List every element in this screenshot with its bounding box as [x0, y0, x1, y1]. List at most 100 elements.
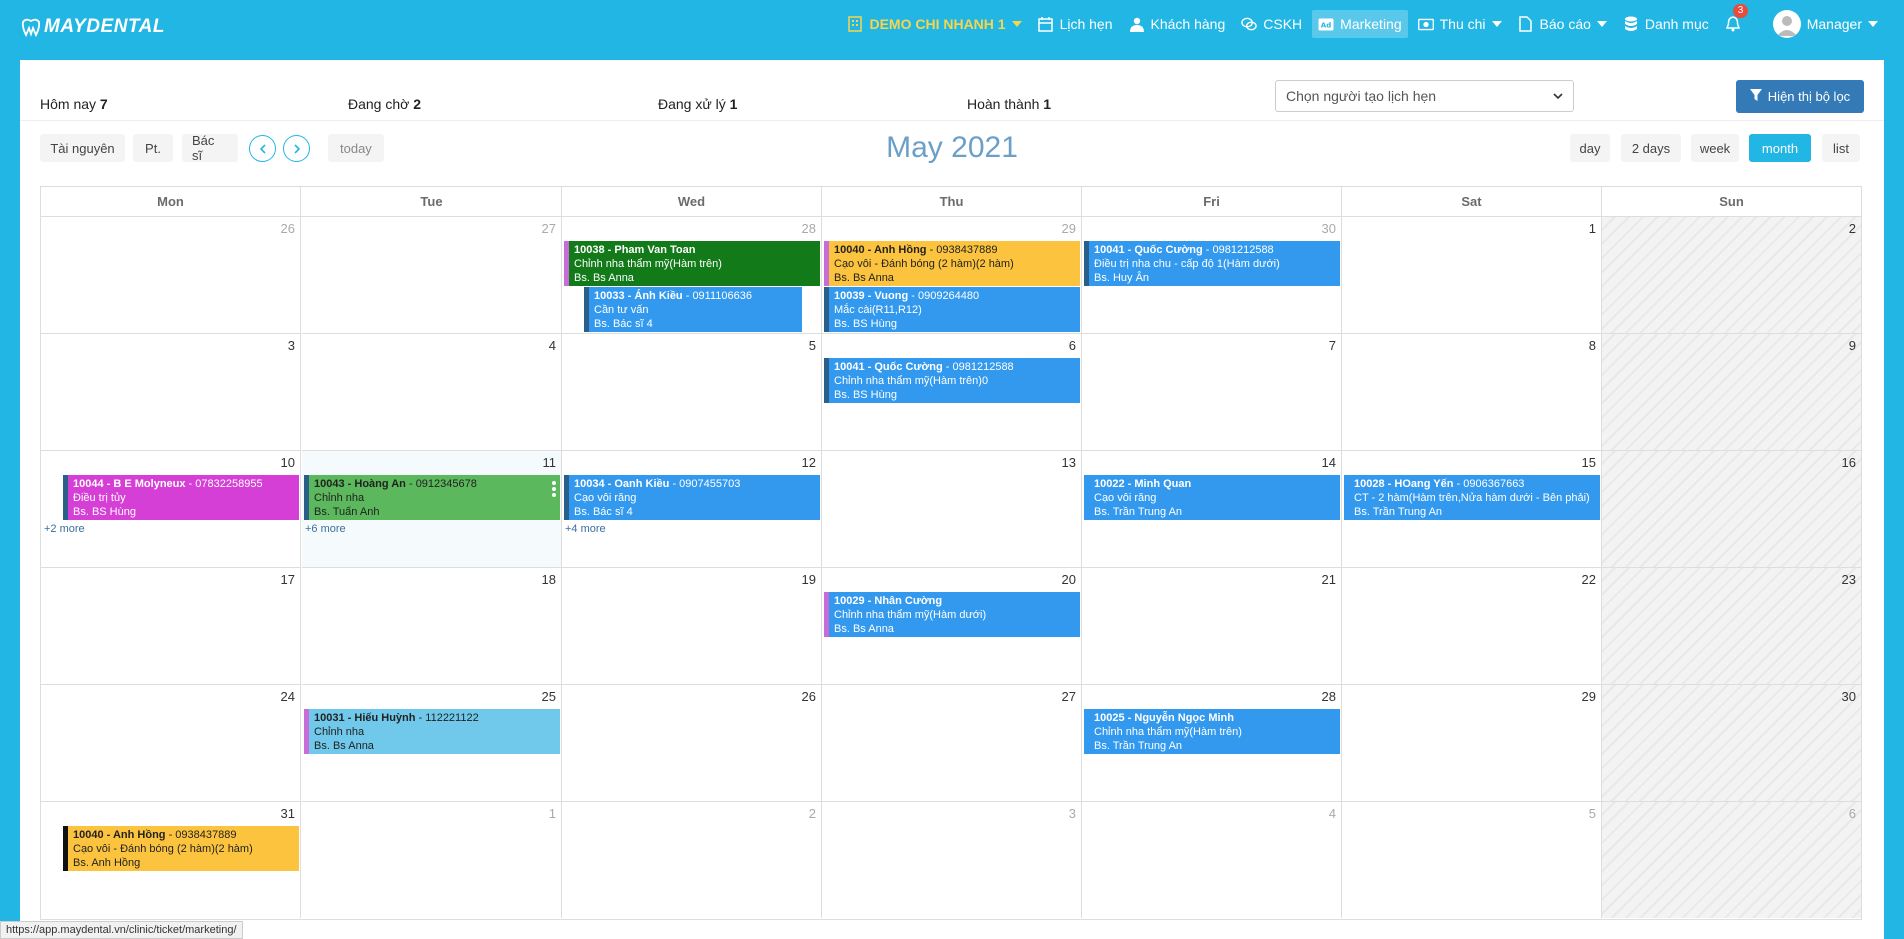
stat-today[interactable]: Hôm nay 7	[40, 96, 108, 112]
logo[interactable]: MAYDENTAL	[20, 10, 165, 44]
appointment-event[interactable]: 10040 - Anh Hồng - 0938437889 Cạo vôi - Đ…	[824, 241, 1080, 286]
day-number[interactable]: 14	[1322, 455, 1336, 470]
day-cell[interactable]: 19	[562, 568, 822, 685]
day-cell[interactable]: 5	[562, 334, 822, 451]
day-number[interactable]: 20	[1062, 572, 1076, 587]
day-cell[interactable]: 9	[1602, 334, 1861, 451]
day-number[interactable]: 21	[1322, 572, 1336, 587]
day-cell[interactable]: 21	[1082, 568, 1342, 685]
day-number[interactable]: 15	[1582, 455, 1596, 470]
day-cell[interactable]: 4	[302, 334, 562, 451]
appointment-event[interactable]: 10041 - Quốc Cường - 0981212588 Chỉnh nha…	[824, 358, 1080, 403]
day-number[interactable]: 4	[549, 338, 556, 353]
branch-selector[interactable]: DEMO CHI NHANH 1	[841, 10, 1027, 38]
day-number[interactable]: 7	[1329, 338, 1336, 353]
appointment-event[interactable]: 10039 - Vuong - 0909264480 Mắc cài(R11,R1…	[824, 287, 1080, 332]
day-cell[interactable]: 3	[41, 334, 301, 451]
day-number[interactable]: 28	[802, 221, 816, 236]
day-cell[interactable]: 23	[1602, 568, 1861, 685]
day-number[interactable]: 30	[1322, 221, 1336, 236]
day-cell[interactable]: 22	[1342, 568, 1602, 685]
appointment-event[interactable]: 10028 - HOang Yến - 0906367663 CT - 2 hàm…	[1344, 475, 1600, 520]
day-cell[interactable]: 16	[1602, 451, 1861, 568]
nav-reports[interactable]: Báo cáo	[1512, 10, 1613, 38]
view-button-2-days[interactable]: 2 days	[1621, 134, 1681, 162]
day-number[interactable]: 26	[802, 689, 816, 704]
appointment-event[interactable]: 10044 - B E Molyneux - 07832258955 Điều t…	[63, 475, 299, 520]
view-button-month[interactable]: month	[1749, 134, 1811, 162]
day-number[interactable]: 10	[281, 455, 295, 470]
appointment-event[interactable]: 10041 - Quốc Cường - 0981212588 Điều trị …	[1084, 241, 1340, 286]
nav-marketing[interactable]: Ad Marketing	[1312, 10, 1408, 38]
nav-appointments[interactable]: Lịch hẹn	[1032, 10, 1119, 38]
day-cell[interactable]: 6	[1602, 802, 1861, 918]
appointment-event[interactable]: 10038 - Pham Van Toan Chỉnh nha thẩm mỹ(H…	[564, 241, 820, 286]
day-number[interactable]: 1	[549, 806, 556, 821]
day-number[interactable]: 13	[1062, 455, 1076, 470]
day-cell[interactable]: 1	[302, 802, 562, 918]
creator-select[interactable]: Chọn người tạo lịch hẹn	[1275, 80, 1574, 112]
nav-finance[interactable]: Thu chi	[1412, 10, 1508, 38]
nav-cskh[interactable]: CSKH	[1235, 10, 1308, 38]
day-cell[interactable]: 26	[562, 685, 822, 802]
day-number[interactable]: 1	[1589, 221, 1596, 236]
day-cell[interactable]: 8	[1342, 334, 1602, 451]
view-button-week[interactable]: week	[1691, 134, 1739, 162]
notifications-button[interactable]: 3	[1719, 4, 1753, 38]
appointment-event[interactable]: 10043 - Hoàng An - 0912345678 Chỉnh nha Bs…	[304, 475, 560, 520]
appointment-event[interactable]: 10034 - Oanh Kiều - 0907455703 Cạo vôi ră…	[564, 475, 820, 520]
day-number[interactable]: 5	[809, 338, 816, 353]
day-number[interactable]: 24	[281, 689, 295, 704]
day-number[interactable]: 6	[1849, 806, 1856, 821]
nav-catalog[interactable]: Danh mục	[1617, 10, 1715, 38]
day-cell[interactable]: 26	[41, 217, 301, 334]
day-cell[interactable]: 29	[1342, 685, 1602, 802]
day-cell[interactable]: 24	[41, 685, 301, 802]
day-number[interactable]: 31	[281, 806, 295, 821]
day-number[interactable]: 27	[542, 221, 556, 236]
day-number[interactable]: 22	[1582, 572, 1596, 587]
day-number[interactable]: 3	[1069, 806, 1076, 821]
day-number[interactable]: 17	[281, 572, 295, 587]
stat-done[interactable]: Hoàn thành 1	[967, 96, 1051, 112]
day-number[interactable]: 29	[1582, 689, 1596, 704]
day-cell[interactable]: 30	[1602, 685, 1861, 802]
day-number[interactable]: 30	[1842, 689, 1856, 704]
day-number[interactable]: 29	[1062, 221, 1076, 236]
day-cell[interactable]: 2	[562, 802, 822, 918]
day-cell[interactable]: 27	[302, 217, 562, 334]
day-cell[interactable]: 3	[822, 802, 1082, 918]
day-number[interactable]: 18	[542, 572, 556, 587]
day-cell[interactable]: 27	[822, 685, 1082, 802]
more-events-link[interactable]: +2 more	[44, 523, 85, 535]
day-number[interactable]: 4	[1329, 806, 1336, 821]
day-cell[interactable]: 5	[1342, 802, 1602, 918]
appointment-event[interactable]: 10040 - Anh Hồng - 0938437889 Cạo vôi - Đ…	[63, 826, 299, 871]
day-number[interactable]: 28	[1322, 689, 1336, 704]
day-number[interactable]: 8	[1589, 338, 1596, 353]
view-button-day[interactable]: day	[1570, 134, 1610, 162]
more-vertical-icon[interactable]	[552, 481, 556, 499]
day-cell[interactable]: 7	[1082, 334, 1342, 451]
appointment-event[interactable]: 10022 - Minh Quan Cạo vôi răng Bs. Trần Tr…	[1084, 475, 1340, 520]
day-number[interactable]: 5	[1589, 806, 1596, 821]
day-number[interactable]: 2	[1849, 221, 1856, 236]
stat-waiting[interactable]: Đang chờ 2	[348, 96, 421, 112]
day-number[interactable]: 3	[288, 338, 295, 353]
day-number[interactable]: 9	[1849, 338, 1856, 353]
show-filter-button[interactable]: Hiện thị bộ lọc	[1736, 80, 1864, 113]
day-cell[interactable]: 2	[1602, 217, 1861, 334]
appointment-event[interactable]: 10033 - Ánh Kiều - 0911106636 Cần tư vấn B…	[584, 287, 802, 332]
nav-customers[interactable]: Khách hàng	[1123, 10, 1232, 38]
day-cell[interactable]: 1	[1342, 217, 1602, 334]
day-number[interactable]: 2	[809, 806, 816, 821]
more-events-link[interactable]: +4 more	[565, 523, 606, 535]
day-cell[interactable]: 18	[302, 568, 562, 685]
day-number[interactable]: 27	[1062, 689, 1076, 704]
day-cell[interactable]: 17	[41, 568, 301, 685]
day-number[interactable]: 12	[802, 455, 816, 470]
more-events-link[interactable]: +6 more	[305, 523, 346, 535]
day-cell[interactable]: 4	[1082, 802, 1342, 918]
day-number[interactable]: 19	[802, 572, 816, 587]
view-button-list[interactable]: list	[1822, 134, 1860, 162]
